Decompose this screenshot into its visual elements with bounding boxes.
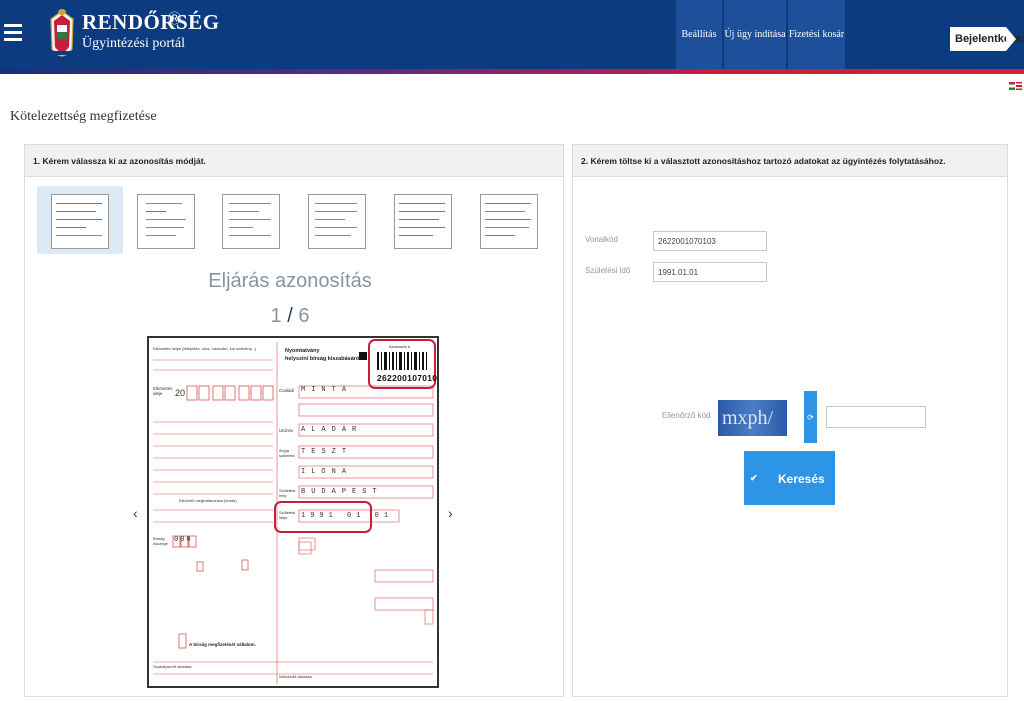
search-button-label: Keresés <box>778 472 825 486</box>
refresh-icon: ⟳ <box>807 412 814 422</box>
form-barcode-label: Azonosító k. <box>389 344 412 349</box>
header-accent-stripe <box>0 69 1024 74</box>
form-thumbnail-1[interactable] <box>37 186 123 254</box>
form-offender-signature-label: Szabálysértő aláírása <box>153 664 192 669</box>
search-button[interactable]: ✔ Keresés <box>744 451 835 505</box>
data-entry-heading: 2. Kérem töltse ki a választott azonosít… <box>573 145 1007 177</box>
barcode-field-label: Vonalkód <box>585 235 618 244</box>
form-mother-label: Anyja születési <box>279 448 295 458</box>
form-birth-date-label: Születési ideje <box>279 510 296 520</box>
ticket-form-preview: Nyomtatvány helyszíni bírság kiszabásáró… <box>147 336 439 688</box>
form-name-value: MINTA <box>301 386 353 394</box>
form-first-name-label: Utónév <box>279 428 294 433</box>
form-first-name-value: ALADAR <box>301 426 363 434</box>
form-accept-fine-label: A bírság megfizetését vállalom. <box>189 642 256 647</box>
form-mother-first-value: ILONA <box>301 468 353 476</box>
login-button[interactable]: Bejelentkezés <box>950 27 1024 51</box>
brand-registered-icon: Ⓡ <box>168 11 182 26</box>
brand-subtitle: Ügyintézési portál <box>82 36 186 51</box>
form-year-prefix: 20 <box>175 388 186 398</box>
captcha-refresh-button[interactable]: ⟳ <box>804 391 817 443</box>
form-barcode-number: 2622001070103 <box>377 373 439 383</box>
birth-date-field-label: Születési idő <box>585 266 631 275</box>
form-thumbnail-4[interactable] <box>294 186 380 254</box>
nav-settings[interactable]: Beállítás <box>676 0 722 69</box>
form-description-label: Elkövető meghatározása (leírás) <box>179 498 237 503</box>
captcha-image: mxph/ <box>718 400 787 436</box>
brand-title: RENDŐRSÉG <box>82 10 220 34</box>
hungarian-flag-icon[interactable] <box>1009 82 1015 90</box>
form-fine-label: Bírság összege <box>153 536 168 546</box>
form-thumbnail-3[interactable] <box>208 186 294 254</box>
birth-date-input[interactable] <box>653 262 767 282</box>
form-location-label: Elkövetés helye (település, utca, házszá… <box>153 346 257 351</box>
page-counter: 1 / 6 <box>250 305 330 328</box>
form-officer-signature-label: Intézkedő aláírása <box>279 674 312 679</box>
form-thumbnail-5[interactable] <box>380 186 466 254</box>
identification-method-heading: 1. Kérem válassza ki az azonosítás módjá… <box>25 145 563 177</box>
form-thumbnail-2[interactable] <box>123 186 209 254</box>
form-header-title: Nyomtatvány <box>285 348 320 354</box>
language-flags <box>1008 77 1022 95</box>
captcha-input[interactable] <box>826 406 926 428</box>
nav-payment-cart[interactable]: Fizetési kosár <box>788 0 845 69</box>
form-birth-date-value: 1991 01 01 <box>301 512 394 520</box>
english-flag-icon[interactable] <box>1016 82 1022 90</box>
barcode-input[interactable] <box>653 231 767 251</box>
nav-new-case[interactable]: Új ügy indítása <box>724 0 786 69</box>
previous-form-arrow-icon[interactable]: ‹ <box>133 505 138 521</box>
page-title: Kötelezettség megfizetése <box>10 109 157 124</box>
data-entry-panel: 2. Kérem töltse ki a választott azonosít… <box>572 144 1008 697</box>
form-birth-place-value: BUDAPEST <box>301 488 383 496</box>
check-icon: ✔ <box>750 473 758 483</box>
form-header-subtitle: helyszíni bírság kiszabásáról <box>285 356 361 362</box>
next-form-arrow-icon[interactable]: › <box>448 505 453 521</box>
procedure-title: Eljárás azonosítás <box>208 270 372 292</box>
form-fine-value: 000 <box>174 536 193 544</box>
form-birth-place-label: Születési hely <box>279 488 296 498</box>
police-badge-logo <box>50 9 74 57</box>
page-separator: / <box>287 305 293 327</box>
hamburger-menu-icon[interactable] <box>4 20 26 48</box>
page-total: 6 <box>298 305 310 327</box>
form-thumbnail-6[interactable] <box>466 186 552 254</box>
captcha-label: Ellenőrző kód <box>662 411 711 420</box>
top-header: RENDŐRSÉG Ügyintézési portál Ⓡ Beállítás… <box>0 0 1024 69</box>
form-name-label: Családi <box>279 388 295 393</box>
form-mother-value: TESZT <box>301 448 353 456</box>
page-current: 1 <box>270 305 282 327</box>
